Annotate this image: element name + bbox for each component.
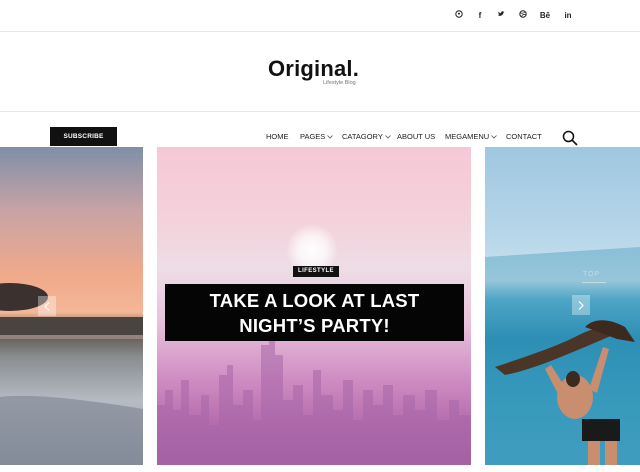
top-underline (582, 282, 606, 283)
nav-label: CONTACT (506, 132, 542, 141)
nav-label: ABOUT US (397, 132, 436, 141)
site-logo[interactable]: Original. (268, 56, 359, 82)
nav-item-megamenu[interactable]: MEGAMENU (445, 132, 497, 141)
headline-line-1: TAKE A LOOK AT LAST (209, 290, 420, 311)
twitter-icon[interactable] (493, 10, 509, 18)
nav-label: HOME (266, 132, 289, 141)
category-badge[interactable]: LIFESTYLE (293, 266, 339, 277)
headline-box[interactable]: TAKE A LOOK AT LAST NIGHT’S PARTY! (165, 284, 464, 341)
subscribe-button[interactable]: SUBSCRIBE (50, 127, 117, 146)
sunset-beach-image (0, 283, 143, 465)
dribbble-icon[interactable] (515, 10, 531, 18)
slider-prev-button[interactable] (38, 296, 56, 316)
slide-next[interactable] (485, 147, 640, 465)
slide-headline: TAKE A LOOK AT LAST NIGHT’S PARTY! (165, 284, 464, 338)
pinterest-icon[interactable] (451, 10, 467, 18)
linkedin-icon[interactable]: in (560, 10, 576, 22)
chevron-down-icon (385, 134, 391, 139)
nav-label: CATAGORY (342, 132, 383, 141)
chevron-down-icon (327, 134, 334, 139)
headline-line-2: NIGHT’S PARTY! (239, 315, 390, 336)
nav-label: MEGAMENU (445, 132, 490, 141)
chevron-down-icon (491, 134, 497, 139)
nav-item-home[interactable]: HOME (266, 132, 289, 141)
social-bar: f Bē in (0, 0, 640, 32)
nav-label: PAGES (300, 132, 326, 141)
chevron-left-icon (44, 301, 50, 311)
logo-area: Original. Lifestyle Blog (0, 32, 640, 112)
city-skyline-image (157, 335, 471, 465)
nav-item-catagory[interactable]: CATAGORY (342, 132, 391, 141)
slide-previous[interactable] (0, 147, 143, 465)
behance-icon[interactable]: Bē (537, 10, 553, 22)
nav-item-about-us[interactable]: ABOUT US (397, 132, 435, 141)
nav-item-pages[interactable]: PAGES (300, 132, 334, 141)
slider-next-button[interactable] (572, 295, 590, 315)
facebook-icon[interactable]: f (472, 10, 488, 22)
back-to-top-link[interactable]: TOP (583, 271, 600, 278)
chevron-right-icon (578, 300, 584, 310)
nav-item-contact[interactable]: CONTACT (506, 132, 542, 141)
man-at-sea-image (485, 247, 640, 465)
site-tagline: Lifestyle Blog (323, 80, 356, 86)
search-icon[interactable] (562, 130, 578, 146)
